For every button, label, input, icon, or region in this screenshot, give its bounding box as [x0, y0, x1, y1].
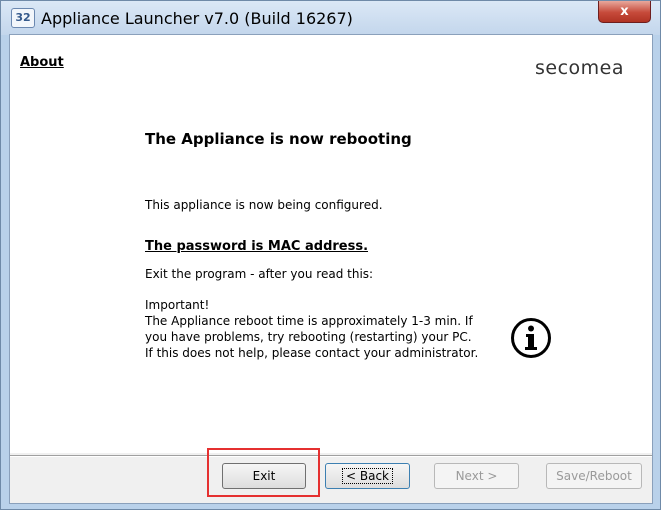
next-button[interactable]: Next >: [434, 463, 519, 489]
important-line-3: you have problems, try rebooting (restar…: [145, 330, 472, 344]
info-icon: [511, 318, 551, 358]
next-button-label: Next >: [455, 469, 498, 483]
save-reboot-button[interactable]: Save/Reboot: [546, 463, 642, 489]
back-button[interactable]: < Back: [325, 463, 410, 489]
password-note: The password is MAC address.: [145, 239, 369, 254]
save-reboot-button-label: Save/Reboot: [556, 469, 632, 483]
brand-logo: secomea: [535, 57, 624, 79]
window-title: Appliance Launcher v7.0 (Build 16267): [41, 9, 353, 28]
back-button-label: < Back: [341, 468, 394, 484]
important-line-2: The Appliance reboot time is approximate…: [145, 314, 473, 328]
content-panel: About secomea The Appliance is now reboo…: [10, 35, 652, 453]
important-line-1: Important!: [145, 298, 210, 312]
app-icon: 32: [11, 8, 35, 28]
title-bar[interactable]: 32 Appliance Launcher v7.0 (Build 16267)…: [1, 1, 660, 35]
important-line-4: If this does not help, please contact yo…: [145, 346, 479, 360]
page-title: The Appliance is now rebooting: [145, 130, 412, 148]
exit-note: Exit the program - after you read this:: [145, 267, 374, 281]
client-area: About secomea The Appliance is now reboo…: [9, 34, 653, 504]
about-link[interactable]: About: [20, 55, 64, 70]
close-button[interactable]: x: [598, 1, 651, 23]
configuring-text: This appliance is now being configured.: [145, 198, 383, 212]
app-window: 32 Appliance Launcher v7.0 (Build 16267)…: [0, 0, 661, 510]
exit-highlight-annotation: [207, 448, 320, 497]
footer-separator: [10, 455, 652, 457]
